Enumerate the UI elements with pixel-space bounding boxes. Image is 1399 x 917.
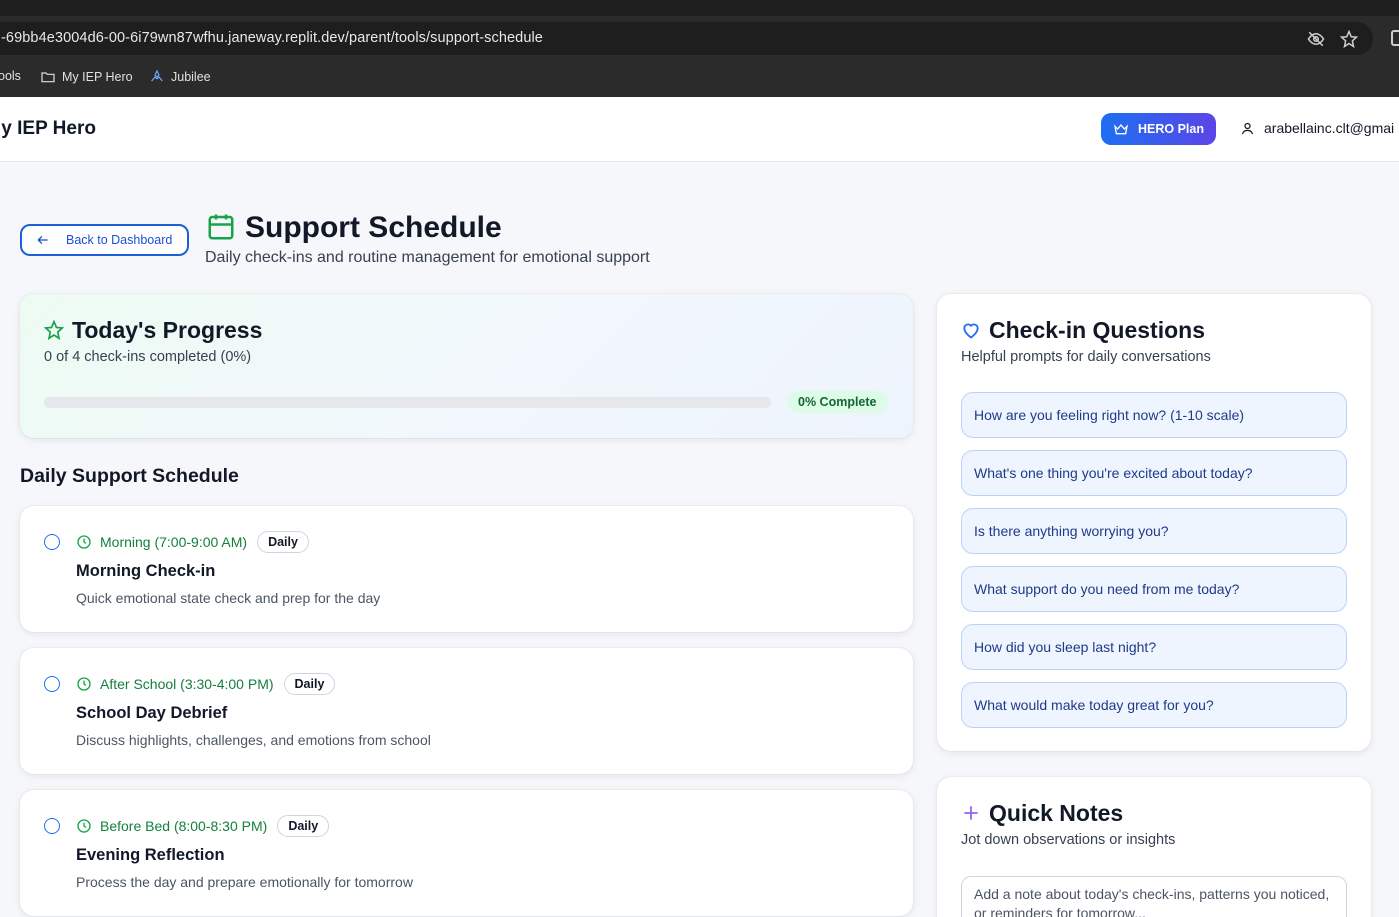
schedule-title: Morning Check-in — [76, 562, 216, 580]
question-prompt-button[interactable]: Is there anything worrying you? — [961, 508, 1347, 554]
bookmarks-bar: ools My IEP Hero Jubilee — [0, 57, 1399, 97]
app-header: ly IEP Hero HERO Plan arabellainc.clt@gm… — [0, 97, 1399, 162]
hero-plan-button[interactable]: HERO Plan — [1101, 113, 1216, 145]
bookmark-jubilee[interactable]: Jubilee — [149, 69, 211, 85]
clock-icon — [77, 677, 91, 691]
question-prompt-button[interactable]: How are you feeling right now? (1-10 sca… — [961, 392, 1347, 438]
schedule-description: Process the day and prepare emotionally … — [76, 874, 413, 890]
frequency-badge: Daily — [277, 815, 330, 837]
page-subtitle: Daily check-ins and routine management f… — [205, 249, 650, 266]
clock-icon — [77, 819, 91, 833]
questions-title: Check-in Questions — [989, 317, 1205, 343]
bookmark-label: ools — [0, 69, 21, 83]
schedule-description: Discuss highlights, challenges, and emot… — [76, 732, 431, 748]
question-prompt-button[interactable]: What would make today great for you? — [961, 682, 1347, 728]
frequency-badge: Daily — [283, 673, 336, 695]
crown-icon — [1113, 123, 1129, 135]
schedule-time: Morning (7:00-9:00 AM) Daily — [76, 531, 309, 553]
questions-subtitle: Helpful prompts for daily conversations — [961, 349, 1211, 365]
notes-textarea[interactable]: Add a note about today's check-ins, patt… — [961, 876, 1347, 917]
frequency-badge: Daily — [257, 531, 309, 553]
arrow-left-icon — [37, 236, 48, 244]
heart-icon — [963, 323, 979, 339]
user-email: arabellainc.clt@gmai — [1264, 120, 1395, 136]
schedule-title: School Day Debrief — [76, 704, 228, 722]
bookmark-label: Jubilee — [171, 70, 211, 84]
browser-title-bar — [0, 0, 1399, 16]
bookmark-label: My IEP Hero — [62, 70, 133, 84]
schedule-time: Before Bed (8:00-8:30 PM) Daily — [76, 815, 330, 837]
progress-bar — [44, 397, 771, 408]
schedule-time: After School (3:30-4:00 PM) Daily — [76, 673, 336, 695]
quick-notes-card: Quick Notes Jot down observations or ins… — [937, 777, 1371, 917]
schedule-complete-radio[interactable] — [44, 818, 60, 834]
daily-schedule-heading: Daily Support Schedule — [20, 465, 239, 487]
back-to-dashboard-button[interactable]: Back to Dashboard — [20, 224, 189, 256]
clock-icon — [77, 535, 91, 549]
bookmark-item[interactable]: ools — [0, 69, 21, 83]
schedule-time-label: Before Bed (8:00-8:30 PM) — [100, 818, 268, 834]
bookmark-star-icon[interactable] — [1340, 30, 1358, 48]
user-menu[interactable]: arabellainc.clt@gmai — [1240, 120, 1394, 136]
address-bar[interactable]: -69bb4e3004d6-00-6i79wn87wfhu.janeway.re… — [0, 22, 1373, 55]
hero-plan-label: HERO Plan — [1138, 122, 1204, 136]
jubilee-icon — [151, 69, 163, 82]
folder-icon — [41, 72, 55, 83]
progress-summary: 0 of 4 check-ins completed (0%) — [44, 349, 252, 365]
question-prompt-button[interactable]: How did you sleep last night? — [961, 624, 1347, 670]
eye-slash-icon[interactable] — [1307, 30, 1325, 48]
bookmark-folder-my-iep-hero[interactable]: My IEP Hero — [40, 69, 133, 85]
back-button-label: Back to Dashboard — [66, 233, 173, 247]
check-in-questions-card: Check-in Questions Helpful prompts for d… — [937, 294, 1371, 751]
schedule-complete-radio[interactable] — [44, 676, 60, 692]
schedule-title: Evening Reflection — [76, 846, 225, 864]
notes-subtitle: Jot down observations or insights — [961, 832, 1176, 848]
page-title: Support Schedule — [245, 211, 502, 244]
schedule-item: After School (3:30-4:00 PM) Daily School… — [20, 648, 913, 774]
progress-badge: 0% Complete — [787, 391, 888, 413]
schedule-item: Morning (7:00-9:00 AM) Daily Morning Che… — [20, 506, 913, 632]
app-title[interactable]: ly IEP Hero — [0, 118, 96, 140]
schedule-time-label: After School (3:30-4:00 PM) — [100, 676, 274, 692]
question-prompt-button[interactable]: What support do you need from me today? — [961, 566, 1347, 612]
notes-title: Quick Notes — [989, 800, 1124, 826]
browser-toolbar: -69bb4e3004d6-00-6i79wn87wfhu.janeway.re… — [0, 16, 1399, 57]
address-bar-url[interactable]: -69bb4e3004d6-00-6i79wn87wfhu.janeway.re… — [1, 30, 543, 46]
star-icon — [44, 320, 64, 340]
schedule-item: Before Bed (8:00-8:30 PM) Daily Evening … — [20, 790, 913, 916]
plus-icon — [964, 806, 978, 820]
extensions-icon[interactable] — [1391, 30, 1399, 46]
schedule-time-label: Morning (7:00-9:00 AM) — [100, 534, 248, 550]
question-prompt-button[interactable]: What's one thing you're excited about to… — [961, 450, 1347, 496]
progress-title: Today's Progress — [72, 317, 263, 343]
schedule-complete-radio[interactable] — [44, 534, 60, 550]
calendar-icon — [208, 214, 234, 240]
todays-progress-card: Today's Progress 0 of 4 check-ins comple… — [20, 294, 913, 438]
schedule-description: Quick emotional state check and prep for… — [76, 590, 381, 606]
user-icon — [1241, 122, 1254, 134]
